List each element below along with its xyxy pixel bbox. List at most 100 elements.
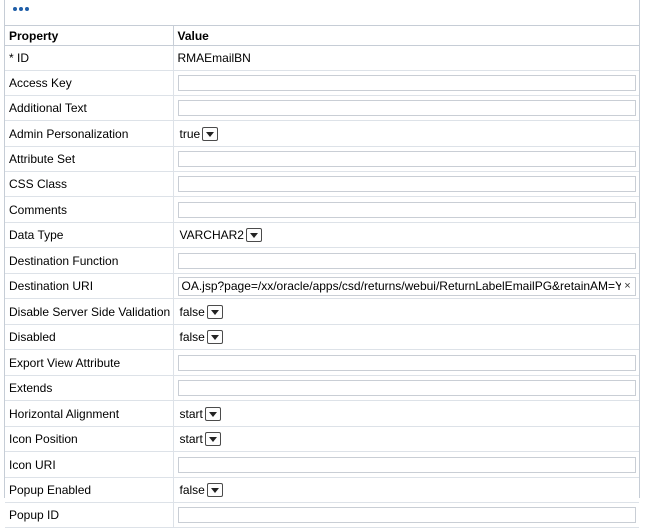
property-value-cell: OA.jsp?page=/xx/oracle/apps/csd/returns/… [173, 273, 639, 299]
text-input[interactable] [177, 151, 636, 167]
property-value-cell [173, 171, 639, 197]
property-value-cell: RMAEmailBN [173, 45, 639, 71]
property-label: Additional Text [5, 95, 174, 121]
dot [19, 7, 23, 11]
select-dropdown[interactable]: false [178, 303, 223, 321]
property-label: Attribute Set [5, 146, 174, 172]
property-value-cell: false [173, 324, 639, 350]
property-value-cell [173, 349, 639, 376]
table-row: Extends [5, 375, 639, 401]
id-value: RMAEmailBN [177, 51, 251, 65]
table-row: Destination URI OA.jsp?page=/xx/oracle/ap… [5, 273, 639, 299]
text-input[interactable] [177, 201, 636, 218]
property-inspector: Property Value * ID RMAEmailBN Access Key A… [4, 0, 640, 528]
property-label: Destination URI [5, 273, 174, 299]
table-row: Icon Position start [5, 426, 639, 452]
text-input[interactable] [177, 380, 636, 396]
property-value-cell: start [173, 400, 639, 427]
text-input[interactable] [177, 100, 636, 116]
text-input[interactable] [177, 252, 636, 269]
property-value-cell: false [173, 477, 639, 503]
select-value: false [179, 304, 205, 319]
value-header: Value [173, 26, 639, 46]
table-row: Disable Server Side Validation false [5, 298, 639, 325]
more-dots-icon[interactable] [13, 7, 29, 11]
table-row: CSS Class [5, 171, 639, 197]
chevron-down-icon[interactable] [204, 406, 221, 421]
toolbar [5, 0, 639, 26]
chevron-down-icon[interactable] [245, 228, 262, 242]
property-label: Icon URI [5, 451, 174, 478]
property-label: CSS Class [5, 171, 174, 197]
text-input[interactable] [177, 456, 636, 473]
table-row: Horizontal Alignment start [5, 400, 639, 427]
chevron-down-icon[interactable] [206, 483, 223, 497]
property-value-cell [173, 451, 639, 478]
table-row: Popup Enabled false [5, 477, 639, 503]
table-row: Icon URI [5, 451, 639, 478]
select-value: start [179, 406, 203, 421]
destination-uri-text: OA.jsp?page=/xx/oracle/apps/csd/returns/… [181, 279, 621, 293]
property-label: Extends [5, 375, 174, 401]
table-row: Export View Attribute [5, 349, 639, 376]
property-value-cell [173, 95, 639, 121]
property-value-cell: false [173, 298, 639, 325]
property-value-cell: start [173, 426, 639, 452]
property-value-cell [173, 146, 639, 172]
text-input[interactable] [177, 75, 636, 91]
property-label: Export View Attribute [5, 349, 174, 376]
property-header: Property [5, 26, 174, 46]
property-label: * ID [5, 45, 174, 71]
table-row: Destination Function [5, 247, 639, 274]
select-dropdown[interactable]: start [178, 430, 221, 448]
dot [25, 7, 29, 11]
table-row: Access Key [5, 70, 639, 96]
property-label: Access Key [5, 70, 174, 96]
property-value-cell: VARCHAR2 [173, 222, 639, 248]
chevron-down-icon[interactable] [206, 330, 223, 344]
property-label: Disabled [5, 324, 174, 350]
header-row: Property Value [5, 26, 639, 46]
text-input[interactable] [177, 354, 636, 371]
clear-icon[interactable]: × [621, 280, 635, 292]
select-dropdown[interactable]: false [178, 481, 223, 499]
text-input[interactable] [177, 176, 636, 192]
select-dropdown[interactable]: start [178, 405, 221, 423]
text-input[interactable] [177, 507, 636, 523]
property-value-cell [173, 196, 639, 223]
destination-uri-input[interactable]: OA.jsp?page=/xx/oracle/apps/csd/returns/… [177, 276, 636, 296]
select-value: VARCHAR2 [179, 228, 244, 242]
table-row: Data Type VARCHAR2 [5, 222, 639, 248]
table-row: Popup ID [5, 502, 639, 528]
property-label: Horizontal Alignment [5, 400, 174, 427]
select-dropdown[interactable]: false [178, 328, 223, 346]
table-row: Attribute Set [5, 146, 639, 172]
select-value: false [179, 483, 205, 497]
property-table: Property Value * ID RMAEmailBN Access Key A… [5, 26, 639, 528]
table-row: Comments [5, 196, 639, 223]
property-value-cell: true [173, 120, 639, 147]
property-label: Destination Function [5, 247, 174, 274]
table-row: Disabled false [5, 324, 639, 350]
property-label: Disable Server Side Validation [5, 298, 174, 325]
property-value-cell [173, 70, 639, 96]
chevron-down-icon[interactable] [206, 304, 223, 319]
table-row: Admin Personalization true [5, 120, 639, 147]
table-row: * ID RMAEmailBN [5, 45, 639, 71]
property-value-cell [173, 375, 639, 401]
dot [13, 7, 17, 11]
select-value: true [179, 126, 201, 141]
property-value-cell [173, 502, 639, 528]
select-dropdown[interactable]: true [178, 125, 219, 143]
property-label: Comments [5, 196, 174, 223]
property-label: Popup Enabled [5, 477, 174, 503]
table-row: Additional Text [5, 95, 639, 121]
select-value: start [179, 432, 203, 446]
select-value: false [179, 330, 205, 344]
property-label: Popup ID [5, 502, 174, 528]
chevron-down-icon[interactable] [202, 126, 219, 141]
property-label: Data Type [5, 222, 174, 248]
chevron-down-icon[interactable] [204, 432, 221, 446]
property-label: Admin Personalization [5, 120, 174, 147]
select-dropdown[interactable]: VARCHAR2 [178, 226, 262, 244]
